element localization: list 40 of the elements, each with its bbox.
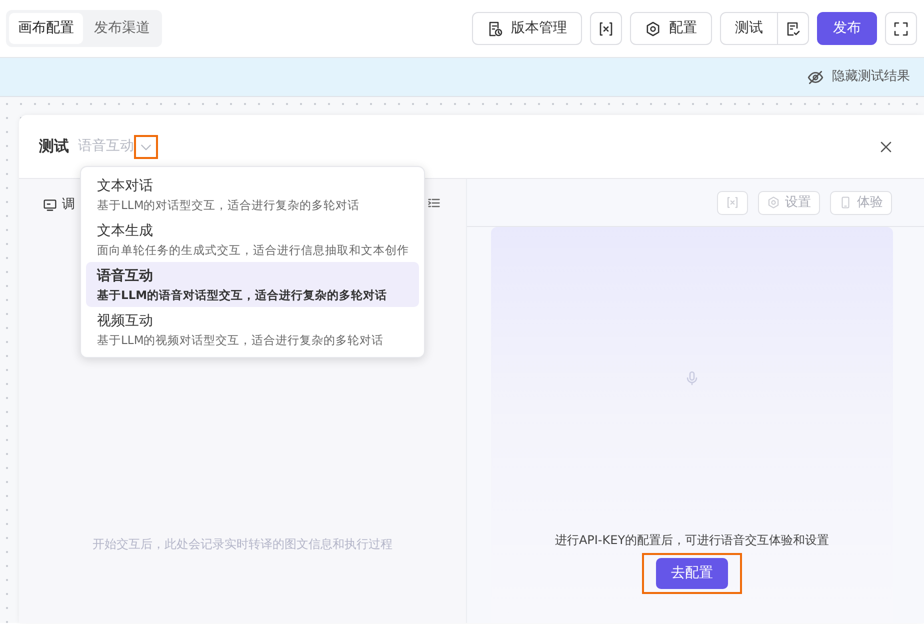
hide-results-link[interactable]: 隐藏测试结果	[807, 67, 910, 87]
eye-off-icon	[807, 68, 824, 86]
variable-icon	[726, 196, 739, 209]
configure-button[interactable]: 去配置	[656, 558, 728, 589]
menu-item-description: 基于LLM的对话型交互，适合进行复杂的多轮对话	[97, 197, 361, 214]
menu-item[interactable]: 文本生成 面向单轮任务的生成式交互，适合进行信息抽取和文本创作	[86, 217, 419, 262]
menu-item[interactable]: 视频互动 基于LLM的视频对话型交互，适合进行复杂的多轮对话	[86, 307, 419, 352]
publish-button[interactable]: 发布	[817, 12, 877, 45]
tab[interactable]: 画布配置	[9, 13, 83, 44]
menu-item-description: 基于LLM的视频对话型交互，适合进行复杂的多轮对话	[97, 332, 385, 349]
menu-item-description: 基于LLM的语音对话型交互，适合进行复杂的多轮对话	[97, 287, 388, 304]
empty-hint: 开始交互后，此处会记录实时转译的图文信息和执行过程	[92, 536, 394, 553]
menu-item-title: 语音互动	[97, 266, 154, 286]
version-button[interactable]: 版本管理	[472, 12, 582, 45]
menu-item-title: 文本生成	[97, 222, 154, 241]
checklist-icon	[785, 20, 801, 36]
phone-icon	[839, 196, 852, 209]
dropdown-toggle[interactable]	[134, 134, 158, 158]
monitor-icon	[43, 198, 57, 212]
test-record-button[interactable]	[778, 12, 809, 45]
config-button[interactable]: 配置	[630, 12, 712, 45]
menu-item-title: 文本对话	[97, 177, 154, 196]
tab[interactable]: 发布渠道	[85, 13, 159, 44]
fullscreen-button[interactable]	[885, 12, 917, 45]
debug-tab[interactable]: 调	[62, 195, 75, 214]
menu-item-title: 视频互动	[97, 312, 154, 331]
settings-icon	[645, 20, 661, 36]
fullscreen-icon	[893, 20, 909, 36]
menu-item[interactable]: 语音互动 基于LLM的语音对话型交互，适合进行复杂的多轮对话	[86, 262, 419, 307]
list-icon	[427, 196, 441, 210]
document-clock-icon	[487, 20, 503, 36]
menu-item[interactable]: 文本对话 基于LLM的对话型交互，适合进行复杂的多轮对话	[86, 172, 419, 217]
variables-button[interactable]	[590, 12, 622, 45]
microphone-icon	[684, 370, 700, 386]
variable-icon	[598, 20, 614, 36]
test-button[interactable]: 测试	[720, 12, 778, 45]
settings-icon	[767, 196, 780, 209]
config-message: 进行API-KEY的配置后，可进行语音交互体验和设置	[554, 532, 830, 549]
menu-item-description: 面向单轮任务的生成式交互，适合进行信息抽取和文本创作	[97, 242, 408, 259]
panel-title: 测试	[39, 136, 69, 158]
